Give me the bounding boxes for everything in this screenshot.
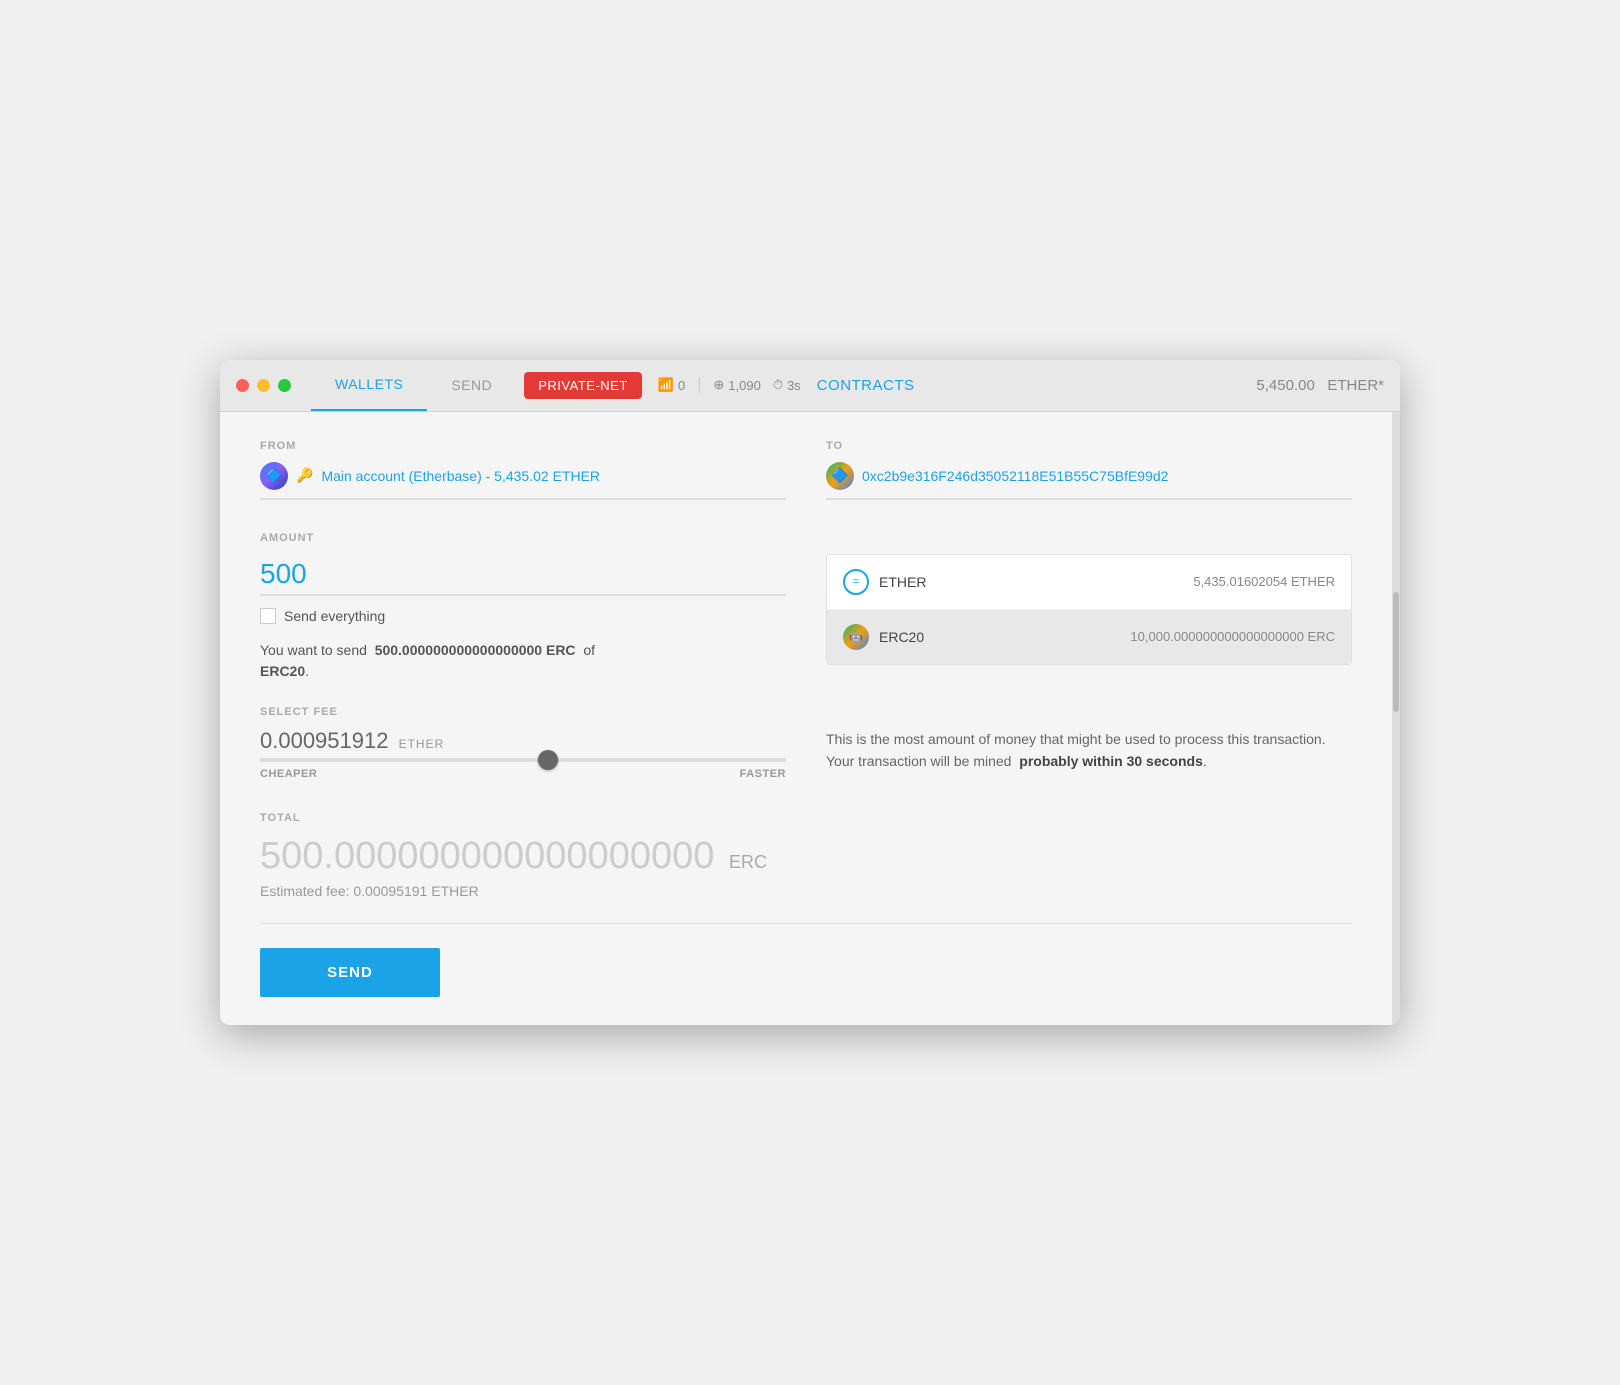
fee-right: This is the most amount of money that mi… (826, 728, 1352, 780)
peers-item: ⊕ 1,090 (713, 377, 760, 393)
minimize-button[interactable] (257, 379, 270, 392)
balance-display: 5,450.00 ETHER* (1256, 377, 1384, 394)
token-ether[interactable]: = ETHER 5,435.01602054 ETHER (827, 555, 1351, 610)
cheaper-label: CHEAPER (260, 768, 317, 780)
slider-wrap: CHEAPER FASTER (260, 758, 786, 780)
erc20-name: ERC20 (879, 629, 1130, 645)
total-amount-value: 500.000000000000000000 (260, 835, 714, 877)
ether-name: ETHER (879, 574, 1193, 590)
clock-icon: ⏱ (773, 377, 783, 393)
divider (260, 923, 1352, 924)
send-everything-row: Send everything (260, 608, 786, 624)
key-icon: 🔑 (296, 467, 313, 484)
fee-description: This is the most amount of money that mi… (826, 728, 1352, 773)
signal-count: 0 (678, 378, 685, 393)
total-section: TOTAL 500.000000000000000000 ERC Estimat… (260, 812, 1352, 900)
to-address: 0xc2b9e316F246d35052118E51B55C75BfE99d2 (862, 468, 1168, 484)
peers-count: 1,090 (728, 378, 761, 393)
token-list-container: = ETHER 5,435.01602054 ETHER 🤖 ERC20 10,… (826, 554, 1352, 665)
main-panel: FROM 🔷 🔑 Main account (Etherbase) - 5,43… (220, 412, 1392, 1026)
erc20-emoji: 🤖 (849, 630, 863, 643)
contracts-link[interactable]: CONTRACTS (817, 377, 915, 394)
ether-icon: = (843, 569, 869, 595)
fee-desc-bold: probably within 30 seconds (1019, 753, 1203, 769)
scrollbar[interactable] (1392, 412, 1400, 1026)
balance-amount: 5,450.00 (1256, 377, 1314, 394)
amount-input[interactable]: 500 (260, 554, 786, 594)
amount-section: 500 Send everything You want to send 500… (260, 554, 1352, 682)
maximize-button[interactable] (278, 379, 291, 392)
desc-of: of (583, 642, 595, 658)
to-column: TO 🔷 0xc2b9e316F246d35052118E51B55C75BfE… (826, 440, 1352, 500)
fee-section: SELECT FEE 0.000951912 ETHER CHEAPER FAS… (260, 706, 1352, 780)
peers-icon: ⊕ (713, 377, 724, 393)
desc-suffix: . (305, 663, 309, 679)
ether-symbol: = (853, 576, 859, 588)
traffic-lights (236, 379, 291, 392)
fee-desc-end: . (1203, 753, 1207, 769)
time-item: ⏱ 3s (773, 377, 801, 393)
token-erc20[interactable]: 🤖 ERC20 10,000.000000000000000000 ERC (827, 610, 1351, 664)
signal-icon: 📶 (658, 377, 674, 393)
main-window: WALLETS SEND PRIVATE-NET 📶 0 | ⊕ 1,090 ⏱… (220, 360, 1400, 1026)
amount-input-wrap[interactable]: 500 (260, 554, 786, 596)
scrollbar-thumb[interactable] (1393, 592, 1399, 712)
nav-tabs: WALLETS SEND PRIVATE-NET 📶 0 | ⊕ 1,090 ⏱… (311, 360, 1384, 412)
total-label: TOTAL (260, 812, 1352, 824)
to-account-icon: 🔷 (826, 462, 854, 490)
from-to-row: FROM 🔷 🔑 Main account (Etherbase) - 5,43… (260, 440, 1352, 500)
titlebar: WALLETS SEND PRIVATE-NET 📶 0 | ⊕ 1,090 ⏱… (220, 360, 1400, 412)
to-avatar-emoji: 🔷 (831, 467, 848, 484)
desc-amount: 500.000000000000000000 ERC (375, 642, 576, 658)
close-button[interactable] (236, 379, 249, 392)
network-badge[interactable]: PRIVATE-NET (524, 372, 642, 399)
separator-1: | (697, 376, 701, 394)
faster-label: FASTER (740, 768, 786, 780)
send-button[interactable]: SEND (260, 948, 440, 997)
amount-left: 500 Send everything You want to send 500… (260, 554, 786, 682)
erc20-icon: 🤖 (843, 624, 869, 650)
from-account-row[interactable]: 🔷 🔑 Main account (Etherbase) - 5,435.02 … (260, 462, 786, 500)
erc20-amount: 10,000.000000000000000000 ERC (1130, 629, 1335, 644)
tab-send[interactable]: SEND (427, 360, 516, 412)
fee-row: 0.000951912 ETHER CHEAPER FASTER (260, 728, 1352, 780)
balance-unit: ETHER* (1327, 377, 1384, 394)
desc-token: ERC20 (260, 663, 305, 679)
time-value: 3s (787, 378, 801, 393)
from-account-icon: 🔷 (260, 462, 288, 490)
total-fee-display: Estimated fee: 0.00095191 ETHER (260, 883, 1352, 899)
to-label: TO (826, 440, 1352, 452)
total-unit: ERC (729, 852, 767, 872)
fee-label: SELECT FEE (260, 706, 1352, 718)
desc-prefix: You want to send (260, 642, 367, 658)
from-account-name: Main account (Etherbase) - 5,435.02 ETHE… (321, 468, 600, 484)
send-everything-checkbox[interactable] (260, 608, 276, 624)
total-amount-display: 500.000000000000000000 ERC (260, 834, 1352, 880)
fee-unit: ETHER (399, 737, 445, 751)
ether-amount: 5,435.01602054 ETHER (1193, 574, 1335, 589)
network-info: 📶 0 | ⊕ 1,090 ⏱ 3s (658, 376, 801, 394)
fee-slider[interactable] (260, 758, 786, 762)
from-column: FROM 🔷 🔑 Main account (Etherbase) - 5,43… (260, 440, 786, 500)
to-account-row[interactable]: 🔷 0xc2b9e316F246d35052118E51B55C75BfE99d… (826, 462, 1352, 500)
send-description: You want to send 500.000000000000000000 … (260, 640, 786, 682)
send-everything-label: Send everything (284, 608, 385, 624)
token-list: = ETHER 5,435.01602054 ETHER 🤖 ERC20 10,… (826, 554, 1352, 682)
signal-item: 📶 0 (658, 377, 685, 393)
tab-wallets[interactable]: WALLETS (311, 360, 427, 412)
amount-label: AMOUNT (260, 532, 1352, 544)
from-avatar-emoji: 🔷 (265, 467, 282, 484)
fee-left: 0.000951912 ETHER CHEAPER FASTER (260, 728, 786, 780)
content-area: FROM 🔷 🔑 Main account (Etherbase) - 5,43… (220, 412, 1400, 1026)
from-label: FROM (260, 440, 786, 452)
slider-labels: CHEAPER FASTER (260, 768, 786, 780)
